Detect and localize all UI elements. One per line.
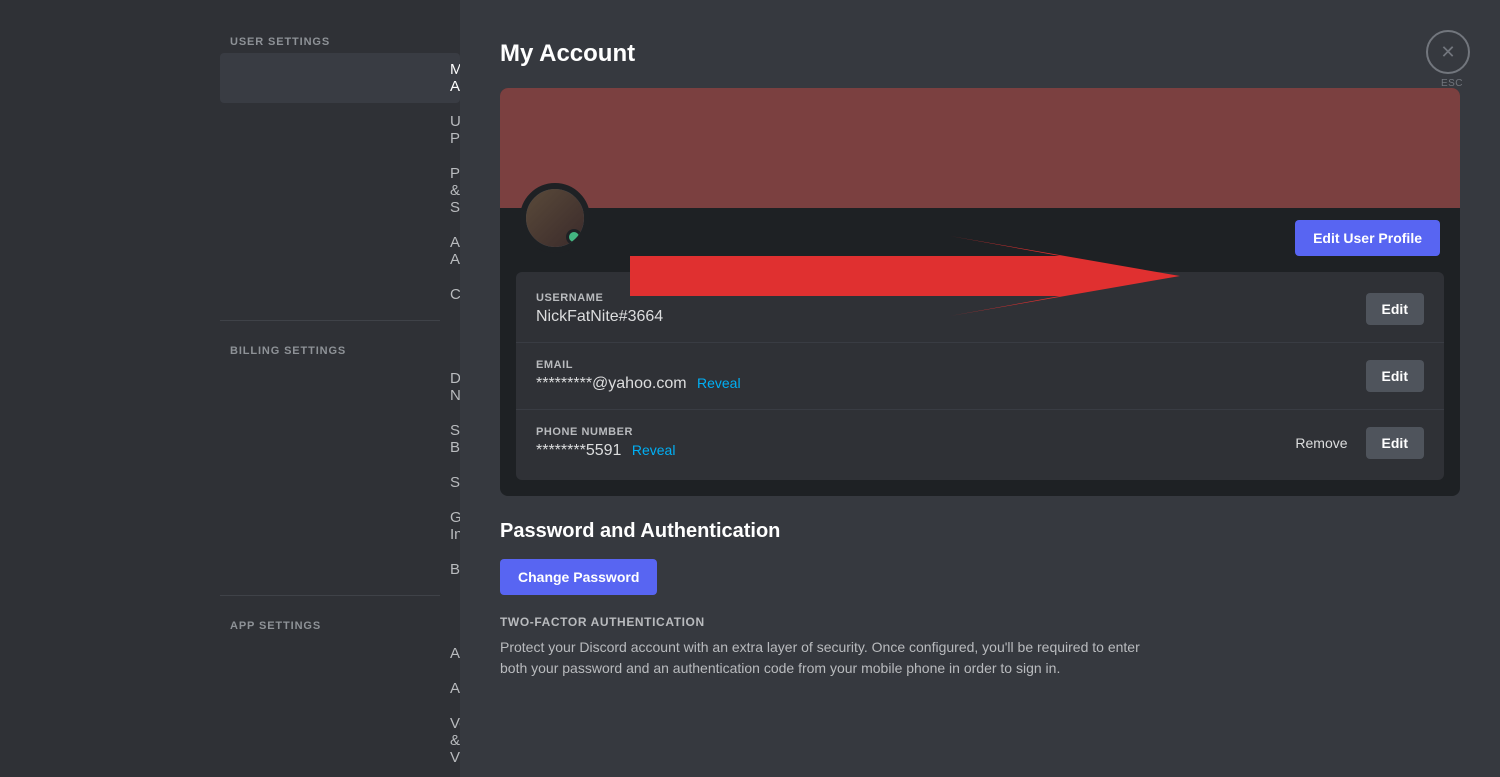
sidebar-item-label: Accessibility xyxy=(450,680,460,697)
sidebar-item-label: Appearance xyxy=(450,645,460,662)
sidebar-item-label: Voice & Video xyxy=(450,715,460,766)
close-button[interactable]: ✕ xyxy=(1426,30,1470,74)
sidebar-item-label: Billing xyxy=(450,561,460,578)
sidebar-item-privacy-safety[interactable]: Privacy & Safety xyxy=(220,157,460,224)
username-label: USERNAME xyxy=(536,292,1366,304)
sidebar-item-label: User Profile xyxy=(450,113,460,147)
main-content: ✕ ESC My Account Edit User Profile xyxy=(460,0,1500,777)
sidebar-item-billing[interactable]: Billing xyxy=(220,553,460,586)
app-settings-section-label: APP SETTINGS xyxy=(0,604,460,636)
username-edit-button[interactable]: Edit xyxy=(1366,293,1424,325)
username-value: NickFatNite#3664 xyxy=(536,308,1366,326)
page-title: My Account xyxy=(500,40,1460,68)
profile-info-row: Edit User Profile xyxy=(500,208,1460,272)
phone-label: PHONE NUMBER xyxy=(536,426,1287,438)
sidebar-item-label: Discord Nitro xyxy=(450,370,460,404)
password-section-title: Password and Authentication xyxy=(500,520,1460,543)
email-edit-button[interactable]: Edit xyxy=(1366,360,1424,392)
email-reveal-link[interactable]: Reveal xyxy=(697,375,741,391)
phone-masked: ********5591 xyxy=(536,442,621,459)
account-info-section: USERNAME NickFatNite#3664 Edit EMAIL ***… xyxy=(516,272,1444,480)
user-settings-section-label: USER SETTINGS xyxy=(0,20,460,52)
sidebar: USER SETTINGS My Account User Profile Pr… xyxy=(0,0,460,777)
sidebar-item-voice-video[interactable]: Voice & Video xyxy=(220,707,460,774)
sidebar-item-gift-inventory[interactable]: Gift Inventory xyxy=(220,501,460,551)
sidebar-item-label: Authorized Apps xyxy=(450,234,460,268)
sidebar-item-label: Privacy & Safety xyxy=(450,165,460,216)
tfa-description: Protect your Discord account with an ext… xyxy=(500,637,1140,679)
phone-edit-button[interactable]: Edit xyxy=(1366,427,1424,459)
sidebar-item-label: Subscriptions xyxy=(450,474,460,491)
edit-profile-button[interactable]: Edit User Profile xyxy=(1295,220,1440,256)
sidebar-item-subscriptions[interactable]: Subscriptions xyxy=(220,466,460,499)
close-icon: ✕ xyxy=(1440,42,1455,63)
change-password-button[interactable]: Change Password xyxy=(500,559,657,595)
phone-remove-button[interactable]: Remove xyxy=(1287,433,1355,453)
sidebar-item-connections[interactable]: Connections xyxy=(220,278,460,311)
tfa-label: TWO-FACTOR AUTHENTICATION xyxy=(500,615,1460,629)
email-info-right: Edit xyxy=(1366,360,1424,392)
sidebar-item-accessibility[interactable]: Accessibility xyxy=(220,672,460,705)
sidebar-divider-2 xyxy=(220,595,440,596)
email-row: EMAIL *********@yahoo.com Reveal Edit xyxy=(516,343,1444,410)
username-row: USERNAME NickFatNite#3664 Edit xyxy=(516,276,1444,343)
sidebar-divider-1 xyxy=(220,320,440,321)
username-info-left: USERNAME NickFatNite#3664 xyxy=(536,292,1366,326)
avatar xyxy=(520,183,590,253)
sidebar-item-server-boost[interactable]: Server Boost xyxy=(220,414,460,464)
username-info-right: Edit xyxy=(1366,293,1424,325)
sidebar-item-appearance[interactable]: Appearance xyxy=(220,637,460,670)
phone-value: ********5591 Reveal xyxy=(536,442,1287,460)
sidebar-item-label: Connections xyxy=(450,286,460,303)
sidebar-item-user-profile[interactable]: User Profile xyxy=(220,105,460,155)
password-auth-section: Password and Authentication Change Passw… xyxy=(500,520,1460,679)
sidebar-item-authorized-apps[interactable]: Authorized Apps xyxy=(220,226,460,276)
phone-reveal-link[interactable]: Reveal xyxy=(632,442,676,458)
email-masked: *********@yahoo.com xyxy=(536,375,687,392)
profile-card: Edit User Profile USERNAME NickFatNite#3… xyxy=(500,88,1460,496)
email-value: *********@yahoo.com Reveal xyxy=(536,375,1366,393)
phone-info-left: PHONE NUMBER ********5591 Reveal xyxy=(536,426,1287,460)
phone-row: PHONE NUMBER ********5591 Reveal Remove … xyxy=(516,410,1444,476)
sidebar-item-label: Gift Inventory xyxy=(450,509,460,543)
sidebar-item-label: Server Boost xyxy=(450,422,460,456)
email-label: EMAIL xyxy=(536,359,1366,371)
billing-settings-section-label: BILLING SETTINGS xyxy=(0,329,460,361)
sidebar-item-my-account[interactable]: My Account xyxy=(220,53,460,103)
phone-info-right: Remove Edit xyxy=(1287,427,1424,459)
sidebar-item-discord-nitro[interactable]: Discord Nitro ⊕ xyxy=(220,362,460,412)
sidebar-item-label: My Account xyxy=(450,61,460,95)
email-info-left: EMAIL *********@yahoo.com Reveal xyxy=(536,359,1366,393)
profile-banner xyxy=(500,88,1460,208)
online-status-dot xyxy=(566,229,582,245)
